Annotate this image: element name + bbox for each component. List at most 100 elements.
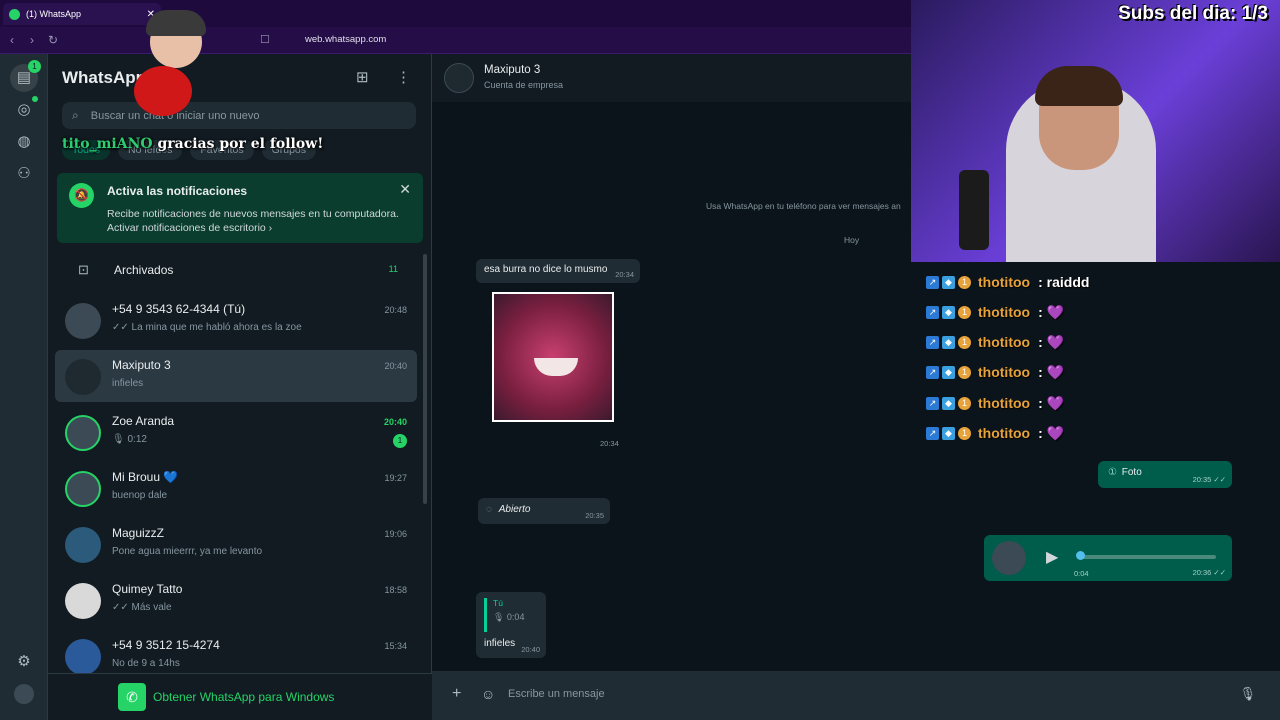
archived-row[interactable]: ⊡ Archivados 11 (48, 254, 432, 286)
settings-icon[interactable]: ⚙ (14, 652, 34, 672)
opened-label: Abierto (498, 504, 531, 515)
get-windows-banner[interactable]: ✆ Obtener WhatsApp para Windows (48, 673, 432, 720)
communities-icon[interactable]: ⚇ (14, 164, 34, 184)
stream-chat-line: ↗ ◆ 1 thotitoo : 💜 (926, 391, 1226, 415)
avatar (65, 527, 101, 563)
follow-user: tito_miANO (62, 136, 153, 152)
chat-item[interactable]: Quimey Tatto 18:58 ✓✓ Más vale (55, 574, 417, 626)
reload-icon[interactable]: ↻ (48, 33, 58, 47)
scrollbar[interactable] (423, 254, 427, 504)
contact-avatar[interactable] (444, 63, 474, 93)
message-time: 20:35 ✓✓ (1192, 475, 1226, 484)
archived-count: 11 (388, 264, 398, 274)
chat-name: Zoe Aranda (112, 414, 175, 428)
message-bubble[interactable]: esa burra no dice lo musmo 20:34 (476, 259, 640, 283)
chat-preview: ✓✓ La mina que me habló ahora es la zoe (112, 322, 302, 333)
photo-time: 20:34 (600, 439, 619, 448)
avatar (65, 359, 101, 395)
profile-avatar[interactable] (14, 684, 34, 704)
message-time: 20:34 (615, 270, 634, 279)
follow-message: gracias por el follow! (157, 136, 324, 152)
chat-item[interactable]: MaguizzZ 19:06 Pone agua mieerrr, ya me … (55, 518, 417, 570)
sticker-overlay (134, 8, 216, 116)
view-once-icon: ① (1108, 467, 1117, 478)
quoted-message[interactable]: Tú 🎙 0:04 (484, 598, 538, 632)
audio-waveform[interactable] (1078, 555, 1216, 559)
microphone-icon (959, 170, 989, 250)
chat-sidebar: WhatsApp ⊞ ⋮ ⌕ Buscar un chat o iniciar … (48, 54, 432, 720)
badge-icon: 1 (958, 426, 971, 440)
heart-icon (134, 66, 192, 116)
new-chat-icon[interactable]: ⊞ (356, 68, 369, 86)
chat-message: : 💜 (1038, 363, 1065, 380)
badge-icon: ↗ (926, 365, 939, 379)
chat-message: : 💜 (1038, 303, 1065, 320)
stream-chat-line: ↗ ◆ 1 thotitoo : 💜 (926, 421, 1226, 445)
chat-user: thotitoo (978, 425, 1031, 441)
chat-item[interactable]: +54 9 3543 62-4344 (Tú) 20:48 ✓✓ La mina… (55, 294, 417, 346)
channels-icon[interactable]: ◍ (14, 132, 34, 152)
stream-chat-line: ↗ ◆ 1 thotitoo : raiddd (926, 270, 1226, 294)
archive-icon: ⊡ (78, 262, 89, 277)
chat-user: thotitoo (978, 395, 1031, 411)
chat-name: Quimey Tatto (112, 582, 183, 596)
view-once-photo-out[interactable]: ① Foto 20:35 ✓✓ (1098, 461, 1232, 488)
chat-item[interactable]: Maxiputo 3 20:40 infieles (55, 350, 417, 402)
chat-time: 15:34 (384, 641, 407, 651)
nav-rail: ▤ ◎ ◍ ⚇ ⚙ (0, 54, 48, 720)
audio-scrubber[interactable] (1076, 551, 1085, 560)
forward-icon[interactable]: › (30, 33, 34, 47)
chat-preview: infieles (112, 378, 144, 389)
view-once-opened[interactable]: ◌ Abierto 20:35 (478, 498, 610, 524)
chat-time: 19:27 (384, 473, 407, 483)
chat-message: : 💜 (1038, 394, 1065, 411)
chat-message: : 💜 (1038, 424, 1065, 441)
play-icon[interactable]: ▶ (1046, 547, 1058, 567)
chats-badge: 1 (28, 60, 41, 73)
reply-message[interactable]: Tú 🎙 0:04 infieles 20:40 (476, 592, 546, 658)
photo-message[interactable] (492, 292, 614, 422)
chat-preview: 🎙 0:12 (112, 434, 147, 445)
quoted-audio: 🎙 0:04 (493, 612, 525, 622)
notification-banner: 🔕 Activa las notificaciones Recibe notif… (57, 173, 423, 243)
enable-notifications-link[interactable]: Activar notificaciones de escritorio (107, 222, 266, 234)
bookmark-icon[interactable]: ☐ (260, 33, 270, 46)
search-icon: ⌕ (72, 108, 79, 122)
attach-icon[interactable]: + (452, 685, 461, 703)
badge-icon: ◆ (942, 426, 955, 440)
chat-user: thotitoo (978, 334, 1031, 350)
search-input[interactable]: ⌕ Buscar un chat o iniciar uno nuevo (62, 102, 416, 129)
sticker-hair (146, 10, 206, 36)
unread-badge: 1 (393, 434, 407, 448)
chat-name: +54 9 3543 62-4344 (Tú) (112, 302, 246, 316)
url-text[interactable]: web.whatsapp.com (305, 34, 386, 45)
whatsapp-favicon-icon (9, 8, 20, 20)
back-icon[interactable]: ‹ (10, 33, 14, 47)
system-message: Usa WhatsApp en tu teléfono para ver men… (706, 201, 901, 211)
avatar (992, 541, 1026, 575)
get-windows-link[interactable]: Obtener WhatsApp para Windows (153, 690, 334, 704)
photo-content (534, 358, 578, 376)
spinner-icon: ◌ (486, 504, 492, 515)
status-icon[interactable]: ◎ (14, 100, 34, 120)
stream-chat-line: ↗ ◆ 1 thotitoo : 💜 (926, 300, 1226, 324)
message-input[interactable]: Escribe un mensaje (508, 688, 605, 700)
emoji-icon[interactable]: ☺ (481, 686, 495, 702)
status-dot (32, 96, 38, 102)
close-icon[interactable]: ✕ (399, 181, 411, 198)
badge-icon: ↗ (926, 275, 939, 289)
whatsapp-logo-icon: ✆ (118, 683, 146, 711)
quoted-author: Tú (493, 598, 503, 608)
mic-icon[interactable]: 🎙 (1239, 686, 1256, 702)
avatar (65, 415, 101, 451)
date-separator: Hoy (844, 235, 860, 245)
chat-item[interactable]: Mi Brouu 💙 19:27 buenop dale (55, 462, 417, 514)
badge-icon: ◆ (942, 396, 955, 410)
menu-icon[interactable]: ⋮ (396, 68, 411, 86)
avatar (65, 639, 101, 675)
badge-icon: ↗ (926, 305, 939, 319)
badge-icon: ↗ (926, 426, 939, 440)
chat-preview: No de 9 a 14hs (112, 658, 180, 669)
voice-message-out[interactable]: ▶ 0:04 20:36 ✓✓ (984, 535, 1232, 581)
chat-item[interactable]: Zoe Aranda 20:40 🎙 0:12 1 (55, 406, 417, 458)
